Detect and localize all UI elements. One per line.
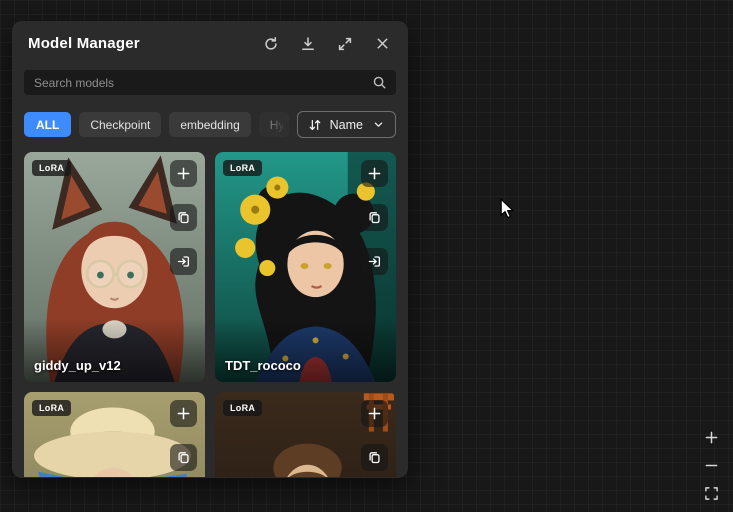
chevron-down-icon [370,117,386,133]
model-name: TDT_rococo [225,358,301,373]
expand-icon[interactable] [337,36,353,52]
model-name: giddy_up_v12 [34,358,121,373]
sort-arrows-icon [307,117,323,133]
sort-label: Name [330,118,363,132]
node-canvas[interactable]: { "colors": { "accent_blue": "#3d8bfd", … [0,0,733,512]
model-type-badge: LoRA [223,160,262,176]
zoom-out-icon[interactable] [702,456,720,474]
search-bar [24,70,396,95]
copy-model-button[interactable] [170,204,197,231]
load-into-workflow-button[interactable] [170,248,197,275]
search-icon[interactable] [372,75,387,95]
truncation-fade [273,112,289,137]
add-model-button[interactable] [170,160,197,187]
filter-chip-label: Checkpoint [90,118,150,132]
mouse-cursor [500,198,515,224]
search-input[interactable] [24,70,396,95]
close-icon[interactable] [374,36,390,52]
model-manager-panel: Model Manager [12,21,408,478]
download-icon[interactable] [300,36,316,52]
model-card[interactable]: LoRA TDT_rococo [215,152,396,382]
refresh-icon[interactable] [263,36,279,52]
panel-title: Model Manager [28,35,140,52]
filter-bar: ALL Checkpoint embedding Hypernetwork Na… [24,111,396,138]
model-card[interactable]: LoRA [24,392,205,477]
add-model-button[interactable] [361,400,388,427]
model-card[interactable]: LoRA giddy_up_v12 [24,152,205,382]
model-card[interactable]: LoRA [215,392,396,477]
zoom-in-icon[interactable] [702,428,720,446]
filter-chip-label: embedding [180,118,239,132]
add-model-button[interactable] [170,400,197,427]
filter-chip-hypernetwork[interactable]: Hypernetwork [259,112,289,137]
copy-model-button[interactable] [361,204,388,231]
filter-chip-embedding[interactable]: embedding [169,112,250,137]
load-into-workflow-button[interactable] [361,248,388,275]
panel-toolbar [263,36,392,52]
copy-model-button[interactable] [361,444,388,471]
filter-chip-all[interactable]: ALL [24,112,71,137]
add-model-button[interactable] [361,160,388,187]
panel-header: Model Manager [12,21,408,60]
filter-chip-checkpoint[interactable]: Checkpoint [79,112,161,137]
model-type-badge: LoRA [223,400,262,416]
model-type-badge: LoRA [32,160,71,176]
filter-chip-label: ALL [36,118,59,132]
fit-view-icon[interactable] [702,484,720,502]
copy-model-button[interactable] [170,444,197,471]
model-card-grid: LoRA giddy_up_v12 [24,152,396,477]
sort-dropdown[interactable]: Name [297,111,396,138]
canvas-controls [702,428,720,502]
model-type-badge: LoRA [32,400,71,416]
